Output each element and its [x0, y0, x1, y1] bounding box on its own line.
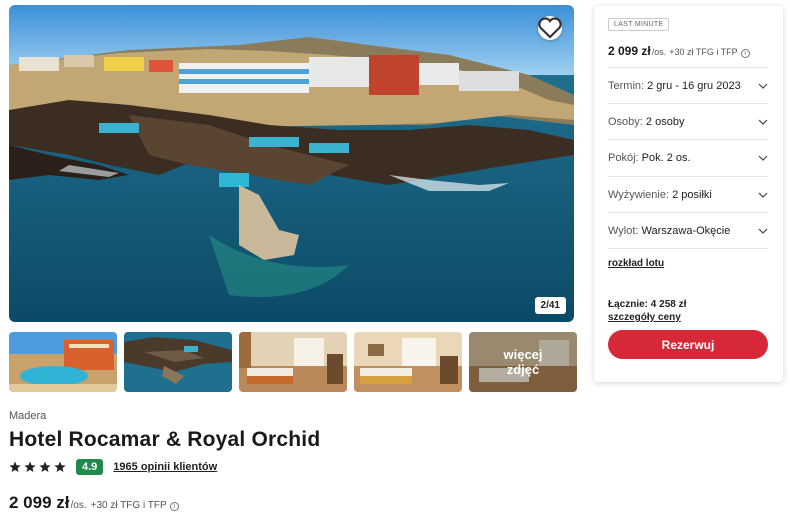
hotel-stars — [9, 461, 66, 473]
flight-schedule-link[interactable]: rozkład lotu — [608, 258, 664, 269]
rating-row: 4.9 1965 opinii klientów — [9, 459, 217, 475]
thumbnail-strip: więcej zdjęć — [9, 332, 577, 392]
hotel-coast-photo — [9, 5, 574, 322]
option-room[interactable]: Pokój: Pok. 2 os. — [608, 139, 768, 175]
option-value: 2 gru - 16 gru 2023 — [647, 79, 741, 92]
option-persons[interactable]: Osoby: 2 osoby — [608, 103, 768, 139]
star-icon — [39, 461, 51, 472]
price-summary: 2 099 zł /os. +30 zł TFG i TFP i — [9, 493, 179, 513]
pool-photo — [9, 332, 117, 392]
option-dates[interactable]: Termin: 2 gru - 16 gru 2023 — [608, 67, 768, 103]
divider — [608, 248, 768, 249]
chevron-down-icon — [758, 192, 768, 198]
last-minute-badge: LAST MINUTE — [608, 18, 670, 31]
panel-price: 2 099 zł /os. +30 zł TFG i TFP i — [608, 44, 750, 58]
option-label: Wyżywienie: — [608, 188, 670, 201]
main-photo[interactable]: 2/41 — [9, 5, 574, 322]
thumbnail-more[interactable]: więcej zdjęć — [469, 332, 577, 392]
rocks-photo — [124, 332, 232, 392]
option-meals[interactable]: Wyżywienie: 2 posiłki — [608, 176, 768, 212]
price-amount: 2 099 zł — [9, 493, 70, 512]
room-photo — [239, 332, 347, 392]
star-icon — [9, 461, 21, 472]
thumbnail-room-2[interactable] — [354, 332, 462, 392]
panel-price-per-person: /os. — [651, 47, 667, 57]
info-icon[interactable]: i — [169, 502, 179, 511]
chevron-down-icon — [758, 83, 768, 89]
star-icon — [54, 461, 66, 472]
option-label: Pokój: — [608, 151, 639, 164]
option-label: Wylot: — [608, 224, 639, 237]
chevron-down-icon — [758, 119, 768, 125]
chevron-down-icon — [758, 155, 768, 161]
thumbnail-pool[interactable] — [9, 332, 117, 392]
thumbnail-rocks[interactable] — [124, 332, 232, 392]
room-photo — [354, 332, 462, 392]
thumbnail-room-1[interactable] — [239, 332, 347, 392]
star-icon — [24, 461, 36, 472]
region-label: Madera — [9, 410, 47, 422]
more-photos-label: więcej zdjęć — [469, 332, 577, 392]
hotel-title: Hotel Rocamar & Royal Orchid — [9, 428, 321, 451]
option-value: 2 posiłki — [672, 188, 712, 201]
option-label: Termin: — [608, 79, 645, 92]
panel-price-extra-fees: +30 zł TFG i TFP — [669, 47, 738, 57]
price-extra-fees: +30 zł TFG i TFP — [90, 500, 167, 511]
book-button[interactable]: Rezerwuj — [608, 330, 768, 359]
price-per-person: /os. — [70, 500, 87, 511]
price-details-link[interactable]: szczegóły ceny — [608, 312, 681, 323]
info-icon[interactable]: i — [740, 49, 750, 58]
option-value: 2 osoby — [645, 115, 685, 128]
option-value: Warszawa-Okęcie — [641, 224, 731, 237]
option-label: Osoby: — [608, 115, 643, 128]
panel-price-amount: 2 099 zł — [608, 44, 651, 58]
option-value: Pok. 2 os. — [641, 151, 691, 164]
chevron-down-icon — [758, 228, 768, 234]
total-price: Łącznie: 4 258 zł — [608, 299, 687, 310]
option-departure[interactable]: Wylot: Warszawa-Okęcie — [608, 212, 768, 248]
booking-panel: LAST MINUTE 2 099 zł /os. +30 zł TFG i T… — [594, 6, 783, 382]
favorite-button[interactable] — [538, 16, 562, 40]
photo-counter: 2/41 — [534, 297, 566, 314]
reviews-link[interactable]: 1965 opinii klientów — [113, 461, 217, 473]
heart-icon — [538, 17, 562, 39]
score-badge: 4.9 — [76, 459, 104, 475]
